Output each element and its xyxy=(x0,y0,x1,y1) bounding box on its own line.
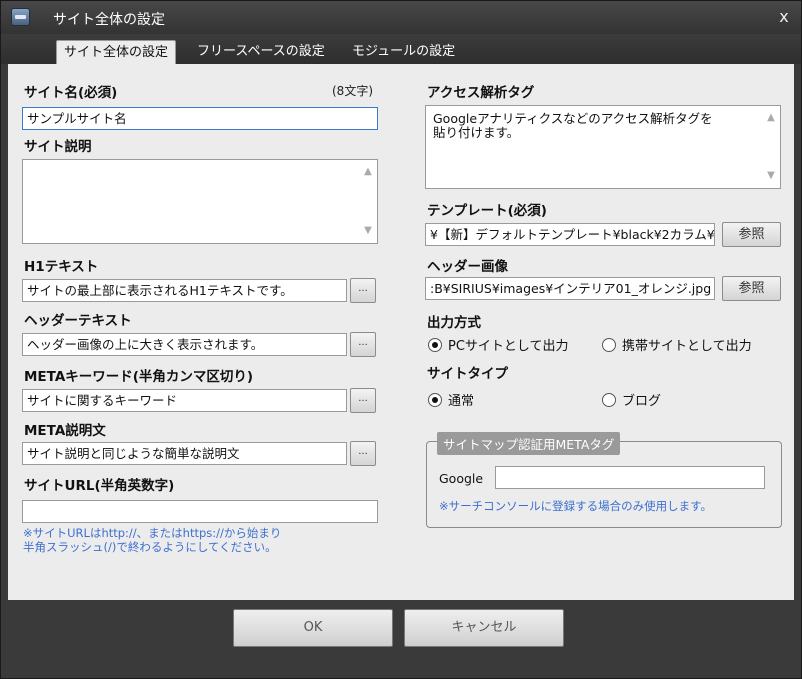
site-type-blog-label: ブログ xyxy=(622,394,662,409)
site-description-textarea[interactable]: ▲ ▼ xyxy=(22,159,378,244)
site-url-label: サイトURL(半角英数字) xyxy=(24,478,175,494)
h1-text-input[interactable]: サイトの最上部に表示されるH1テキストです。 xyxy=(22,279,347,302)
site-type-normal-radio[interactable]: 通常 xyxy=(428,390,474,409)
window-title: サイト全体の設定 xyxy=(53,12,165,28)
scroll-up-icon[interactable]: ▲ xyxy=(766,113,776,123)
site-name-input[interactable]: サンプルサイト名 xyxy=(22,107,378,130)
h1-text-label: H1テキスト xyxy=(24,259,99,275)
site-name-label: サイト名(必須) xyxy=(24,85,118,101)
site-type-label: サイトタイプ xyxy=(427,366,508,382)
google-label: Google xyxy=(439,471,484,486)
site-type-normal-label: 通常 xyxy=(448,394,475,409)
close-button[interactable]: x xyxy=(773,6,795,28)
radio-selected-icon[interactable] xyxy=(428,337,442,352)
site-name-char-note: (8文字) xyxy=(332,84,373,98)
site-type-blog-radio[interactable]: ブログ xyxy=(602,390,661,409)
output-pc-label: PCサイトとして出力 xyxy=(448,339,569,354)
meta-keywords-label: METAキーワード(半角カンマ区切り) xyxy=(24,369,254,385)
ok-button[interactable]: OK xyxy=(233,609,393,647)
access-tag-textarea[interactable]: Googleアナリティクスなどのアクセス解析タグを 貼り付けます。 ▲ ▼ xyxy=(425,105,781,189)
access-tag-text: Googleアナリティクスなどのアクセス解析タグを 貼り付けます。 xyxy=(433,111,713,140)
tab-free-space-settings[interactable]: フリースペースの設定 xyxy=(190,40,332,64)
meta-description-input[interactable]: サイト説明と同じような簡単な説明文 xyxy=(22,442,347,465)
h1-text-edit-button[interactable]: ... xyxy=(350,278,376,303)
meta-description-edit-button[interactable]: ... xyxy=(350,441,376,466)
sitemap-meta-note: ※サーチコンソールに登録する場合のみ使用します。 xyxy=(439,499,712,513)
template-input[interactable]: ¥【新】デフォルトテンプレート¥black¥2カラム¥ xyxy=(425,223,715,246)
header-text-input[interactable]: ヘッダー画像の上に大きく表示されます。 xyxy=(22,333,347,356)
google-verification-input[interactable] xyxy=(495,466,765,489)
header-image-browse-button[interactable]: 参照 xyxy=(722,276,781,301)
site-url-note-line2: 半角スラッシュ(/)で終わるようにしてください。 xyxy=(23,540,277,554)
title-bar: サイト全体の設定 x xyxy=(1,1,801,34)
header-text-label: ヘッダーテキスト xyxy=(24,313,132,329)
output-pc-radio[interactable]: PCサイトとして出力 xyxy=(428,335,569,354)
header-image-input[interactable]: :B¥SIRIUS¥images¥インテリア01_オレンジ.jpg xyxy=(425,277,715,300)
radio-unselected-icon[interactable] xyxy=(602,392,616,407)
output-mode-label: 出力方式 xyxy=(427,315,481,331)
tab-site-settings[interactable]: サイト全体の設定 xyxy=(56,40,177,64)
output-mobile-radio[interactable]: 携帯サイトとして出力 xyxy=(602,335,752,354)
scroll-up-icon[interactable]: ▲ xyxy=(363,167,373,177)
header-image-label: ヘッダー画像 xyxy=(427,259,508,275)
site-description-scrollbar[interactable]: ▲ ▼ xyxy=(360,161,376,242)
site-description-label: サイト説明 xyxy=(24,139,92,155)
scroll-down-icon[interactable]: ▼ xyxy=(363,226,373,236)
meta-keywords-input[interactable]: サイトに関するキーワード xyxy=(22,389,347,412)
access-tag-scrollbar[interactable]: ▲ ▼ xyxy=(763,107,779,187)
sitemap-meta-group: サイトマップ認証用METAタグ Google ※サーチコンソールに登録する場合の… xyxy=(426,432,782,528)
template-label: テンプレート(必須) xyxy=(427,203,547,219)
site-url-input[interactable] xyxy=(22,500,378,523)
access-tag-label: アクセス解析タグ xyxy=(427,85,535,101)
cancel-button[interactable]: キャンセル xyxy=(404,609,564,647)
tab-bar: サイト全体の設定 フリースペースの設定 モジュールの設定 xyxy=(1,34,801,64)
template-browse-button[interactable]: 参照 xyxy=(722,222,781,247)
site-url-note-line1: ※サイトURLはhttp://、またはhttps://から始まり xyxy=(23,526,282,540)
meta-description-label: META説明文 xyxy=(24,423,106,439)
radio-selected-icon[interactable] xyxy=(428,392,442,407)
settings-panel: サイト名(必須) (8文字) サンプルサイト名 サイト説明 ▲ ▼ H1テキスト… xyxy=(8,64,794,600)
tab-module-settings[interactable]: モジュールの設定 xyxy=(345,40,462,64)
meta-keywords-edit-button[interactable]: ... xyxy=(350,388,376,413)
output-mobile-label: 携帯サイトとして出力 xyxy=(622,339,752,354)
footer-bar xyxy=(1,600,801,678)
app-icon xyxy=(11,8,30,26)
sitemap-meta-legend: サイトマップ認証用METAタグ xyxy=(437,432,621,455)
header-text-edit-button[interactable]: ... xyxy=(350,332,376,357)
radio-unselected-icon[interactable] xyxy=(602,337,616,352)
scroll-down-icon[interactable]: ▼ xyxy=(766,171,776,181)
settings-dialog: サイト全体の設定 x サイト全体の設定 フリースペースの設定 モジュールの設定 … xyxy=(0,0,802,679)
